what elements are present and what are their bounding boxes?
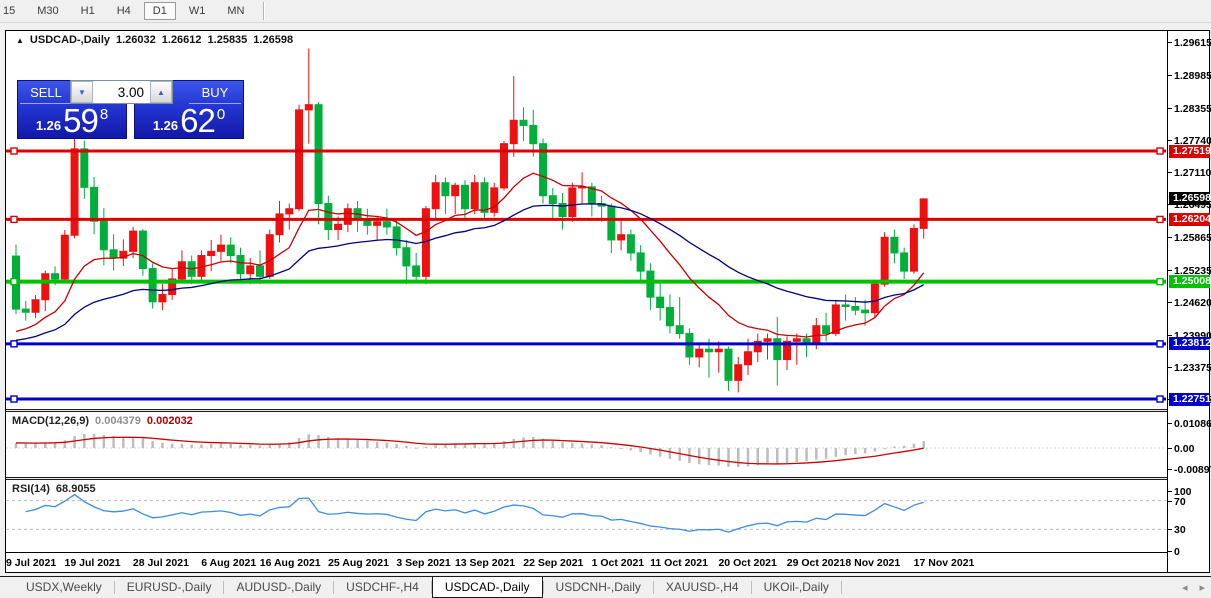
date-label: 22 Sep 2021 xyxy=(523,557,584,569)
price-tick: 1.27110 xyxy=(1168,167,1211,179)
mt4-screen: 15 M30 H1 H4 D1 W1 MN ▲ USDCAD-,Daily 1.26032 … xyxy=(0,0,1211,598)
price-badge-1.26598: 1.26598 xyxy=(1169,192,1211,206)
timeframe-button-w1[interactable]: W1 xyxy=(180,2,215,20)
ohlc-low: 1.25835 xyxy=(207,34,248,46)
tab-scroll-right-icon[interactable]: ▸ xyxy=(1199,581,1205,594)
collapse-panel-icon[interactable]: ▲ xyxy=(16,36,24,45)
volume-spinner: ▼ ▲ xyxy=(70,80,173,104)
volume-decrease-icon[interactable]: ▼ xyxy=(71,81,93,103)
date-label: 1 Oct 2021 xyxy=(591,557,645,569)
chart-symbol-title: USDCAD-,Daily xyxy=(29,34,110,46)
sell-price: 1.26 59 8 xyxy=(18,101,126,139)
chart-window: ▲ USDCAD-,Daily 1.26032 1.26612 1.25835 … xyxy=(5,30,1211,573)
buy-price-main: 62 xyxy=(180,101,216,139)
tab-eurusd-daily[interactable]: EURUSD-,Daily xyxy=(115,577,224,598)
rsi-value: 68.9055 xyxy=(55,483,96,495)
macd-label: MACD(12,26,9) 0.004379 0.002032 xyxy=(12,415,193,427)
timeframe-button-mn[interactable]: MN xyxy=(218,2,253,20)
rsi-axis-label: 70 xyxy=(1168,496,1210,508)
toolbar-separator xyxy=(263,2,265,20)
rsi-chart[interactable] xyxy=(6,480,1167,552)
tab-audusd-daily[interactable]: AUDUSD-,Daily xyxy=(224,577,333,598)
macd-axis-label: -0.008974 xyxy=(1168,464,1211,476)
tab-scroll-arrows: ◂ ▸ xyxy=(1182,581,1205,594)
sell-price-sup: 8 xyxy=(99,106,109,123)
date-label: 3 Sep 2021 xyxy=(396,557,451,569)
date-label: 9 Jul 2021 xyxy=(6,557,57,569)
date-label: 6 Aug 2021 xyxy=(201,557,257,569)
price-badge-1.27519: 1.27519 xyxy=(1169,144,1211,158)
volume-input[interactable] xyxy=(93,81,150,103)
macd-axis-label: 0.010869 xyxy=(1168,418,1211,430)
timeframe-toolbar: 15 M30 H1 H4 D1 W1 MN xyxy=(0,0,1211,23)
price-badge-1.25008: 1.25008 xyxy=(1169,275,1211,289)
price-axis[interactable]: 1.296151.289851.283551.277401.271101.264… xyxy=(1167,31,1211,572)
buy-price: 1.26 62 0 xyxy=(135,101,243,139)
macd-name: MACD(12,26,9) xyxy=(12,415,90,427)
tab-separator xyxy=(840,581,842,594)
chart-title: ▲ USDCAD-,Daily 1.26032 1.26612 1.25835 … xyxy=(16,34,293,46)
rsi-axis-label: 0 xyxy=(1168,546,1210,558)
buy-price-prefix: 1.26 xyxy=(152,118,179,133)
volume-increase-icon[interactable]: ▲ xyxy=(150,81,172,103)
date-label: 28 Jul 2021 xyxy=(132,557,189,569)
ma-fast-line xyxy=(15,172,925,338)
date-label: 17 Nov 2021 xyxy=(913,557,975,569)
tab-scroll-left-icon[interactable]: ◂ xyxy=(1182,581,1188,594)
time-axis[interactable]: 9 Jul 2021 19 Jul 2021 28 Jul 2021 6 Aug 20… xyxy=(6,552,1167,572)
timeframe-button-15[interactable]: 15 xyxy=(0,2,24,20)
rsi-label: RSI(14) 68.9055 xyxy=(12,483,96,495)
macd-panel[interactable]: MACD(12,26,9) 0.004379 0.002032 xyxy=(6,412,1167,477)
tab-usdcnh-daily[interactable]: USDCNH-,Daily xyxy=(544,577,653,598)
date-label: 8 Nov 2021 xyxy=(845,557,901,569)
timeframe-button-h1[interactable]: H1 xyxy=(72,2,104,20)
ohlc-high: 1.26612 xyxy=(161,34,202,46)
ohlc-open: 1.26032 xyxy=(116,34,156,46)
date-label: 16 Aug 2021 xyxy=(259,557,321,569)
tab-ukoil-daily[interactable]: UKOil-,Daily xyxy=(752,577,841,598)
date-label: 13 Sep 2021 xyxy=(454,557,516,569)
price-badge-1.23812: 1.23812 xyxy=(1169,337,1211,351)
timeframe-button-h4[interactable]: H4 xyxy=(108,2,140,20)
price-tick: 1.28355 xyxy=(1168,103,1211,115)
price-badge-1.22751: 1.22751 xyxy=(1169,392,1211,406)
rsi-panel[interactable]: RSI(14) 68.9055 xyxy=(6,480,1167,552)
price-tick: 1.29615 xyxy=(1168,37,1211,49)
price-tick: 1.23375 xyxy=(1168,362,1211,374)
date-label: 19 Jul 2021 xyxy=(64,557,121,569)
tab-xauusd-h4[interactable]: XAUUSD-,H4 xyxy=(654,577,751,598)
timeframe-button-d1[interactable]: D1 xyxy=(143,2,176,20)
date-label: 20 Oct 2021 xyxy=(718,557,777,569)
price-tick: 1.25865 xyxy=(1168,232,1211,244)
chart-tab-bar: USDX,Weekly EURUSD-,Daily AUDUSD-,Daily USD… xyxy=(0,576,1211,598)
rsi-name: RSI(14) xyxy=(12,483,50,495)
tab-usdx-weekly[interactable]: USDX,Weekly xyxy=(14,577,114,598)
macd-axis-label: 0.00 xyxy=(1168,443,1210,455)
tab-usdcad-daily[interactable]: USDCAD-,Daily xyxy=(431,577,543,598)
date-label: 25 Aug 2021 xyxy=(328,557,389,569)
main-chart-panel[interactable]: ▲ USDCAD-,Daily 1.26032 1.26612 1.25835 … xyxy=(6,31,1167,409)
rsi-axis-label: 30 xyxy=(1168,524,1210,536)
macd-value-signal: 0.002032 xyxy=(146,415,193,427)
timeframe-button-m30[interactable]: M30 xyxy=(28,2,67,20)
price-badge-1.26204: 1.26204 xyxy=(1169,212,1211,226)
sell-price-main: 59 xyxy=(63,101,99,139)
price-tick: 1.24620 xyxy=(1168,297,1211,309)
buy-price-sup: 0 xyxy=(216,106,226,123)
tab-usdchf-h4[interactable]: USDCHF-,H4 xyxy=(334,577,431,598)
date-label: 11 Oct 2021 xyxy=(650,557,708,569)
date-label: 29 Oct 2021 xyxy=(786,557,846,569)
one-click-trading-panel: SELL 1.26 59 8 BUY 1.26 62 0 ▼ 3.00 ▲ xyxy=(17,80,244,139)
sell-price-prefix: 1.26 xyxy=(35,118,62,133)
ohlc-close: 1.26598 xyxy=(253,34,294,46)
price-tick: 1.28985 xyxy=(1168,70,1211,82)
macd-value-main: 0.004379 xyxy=(95,415,141,427)
